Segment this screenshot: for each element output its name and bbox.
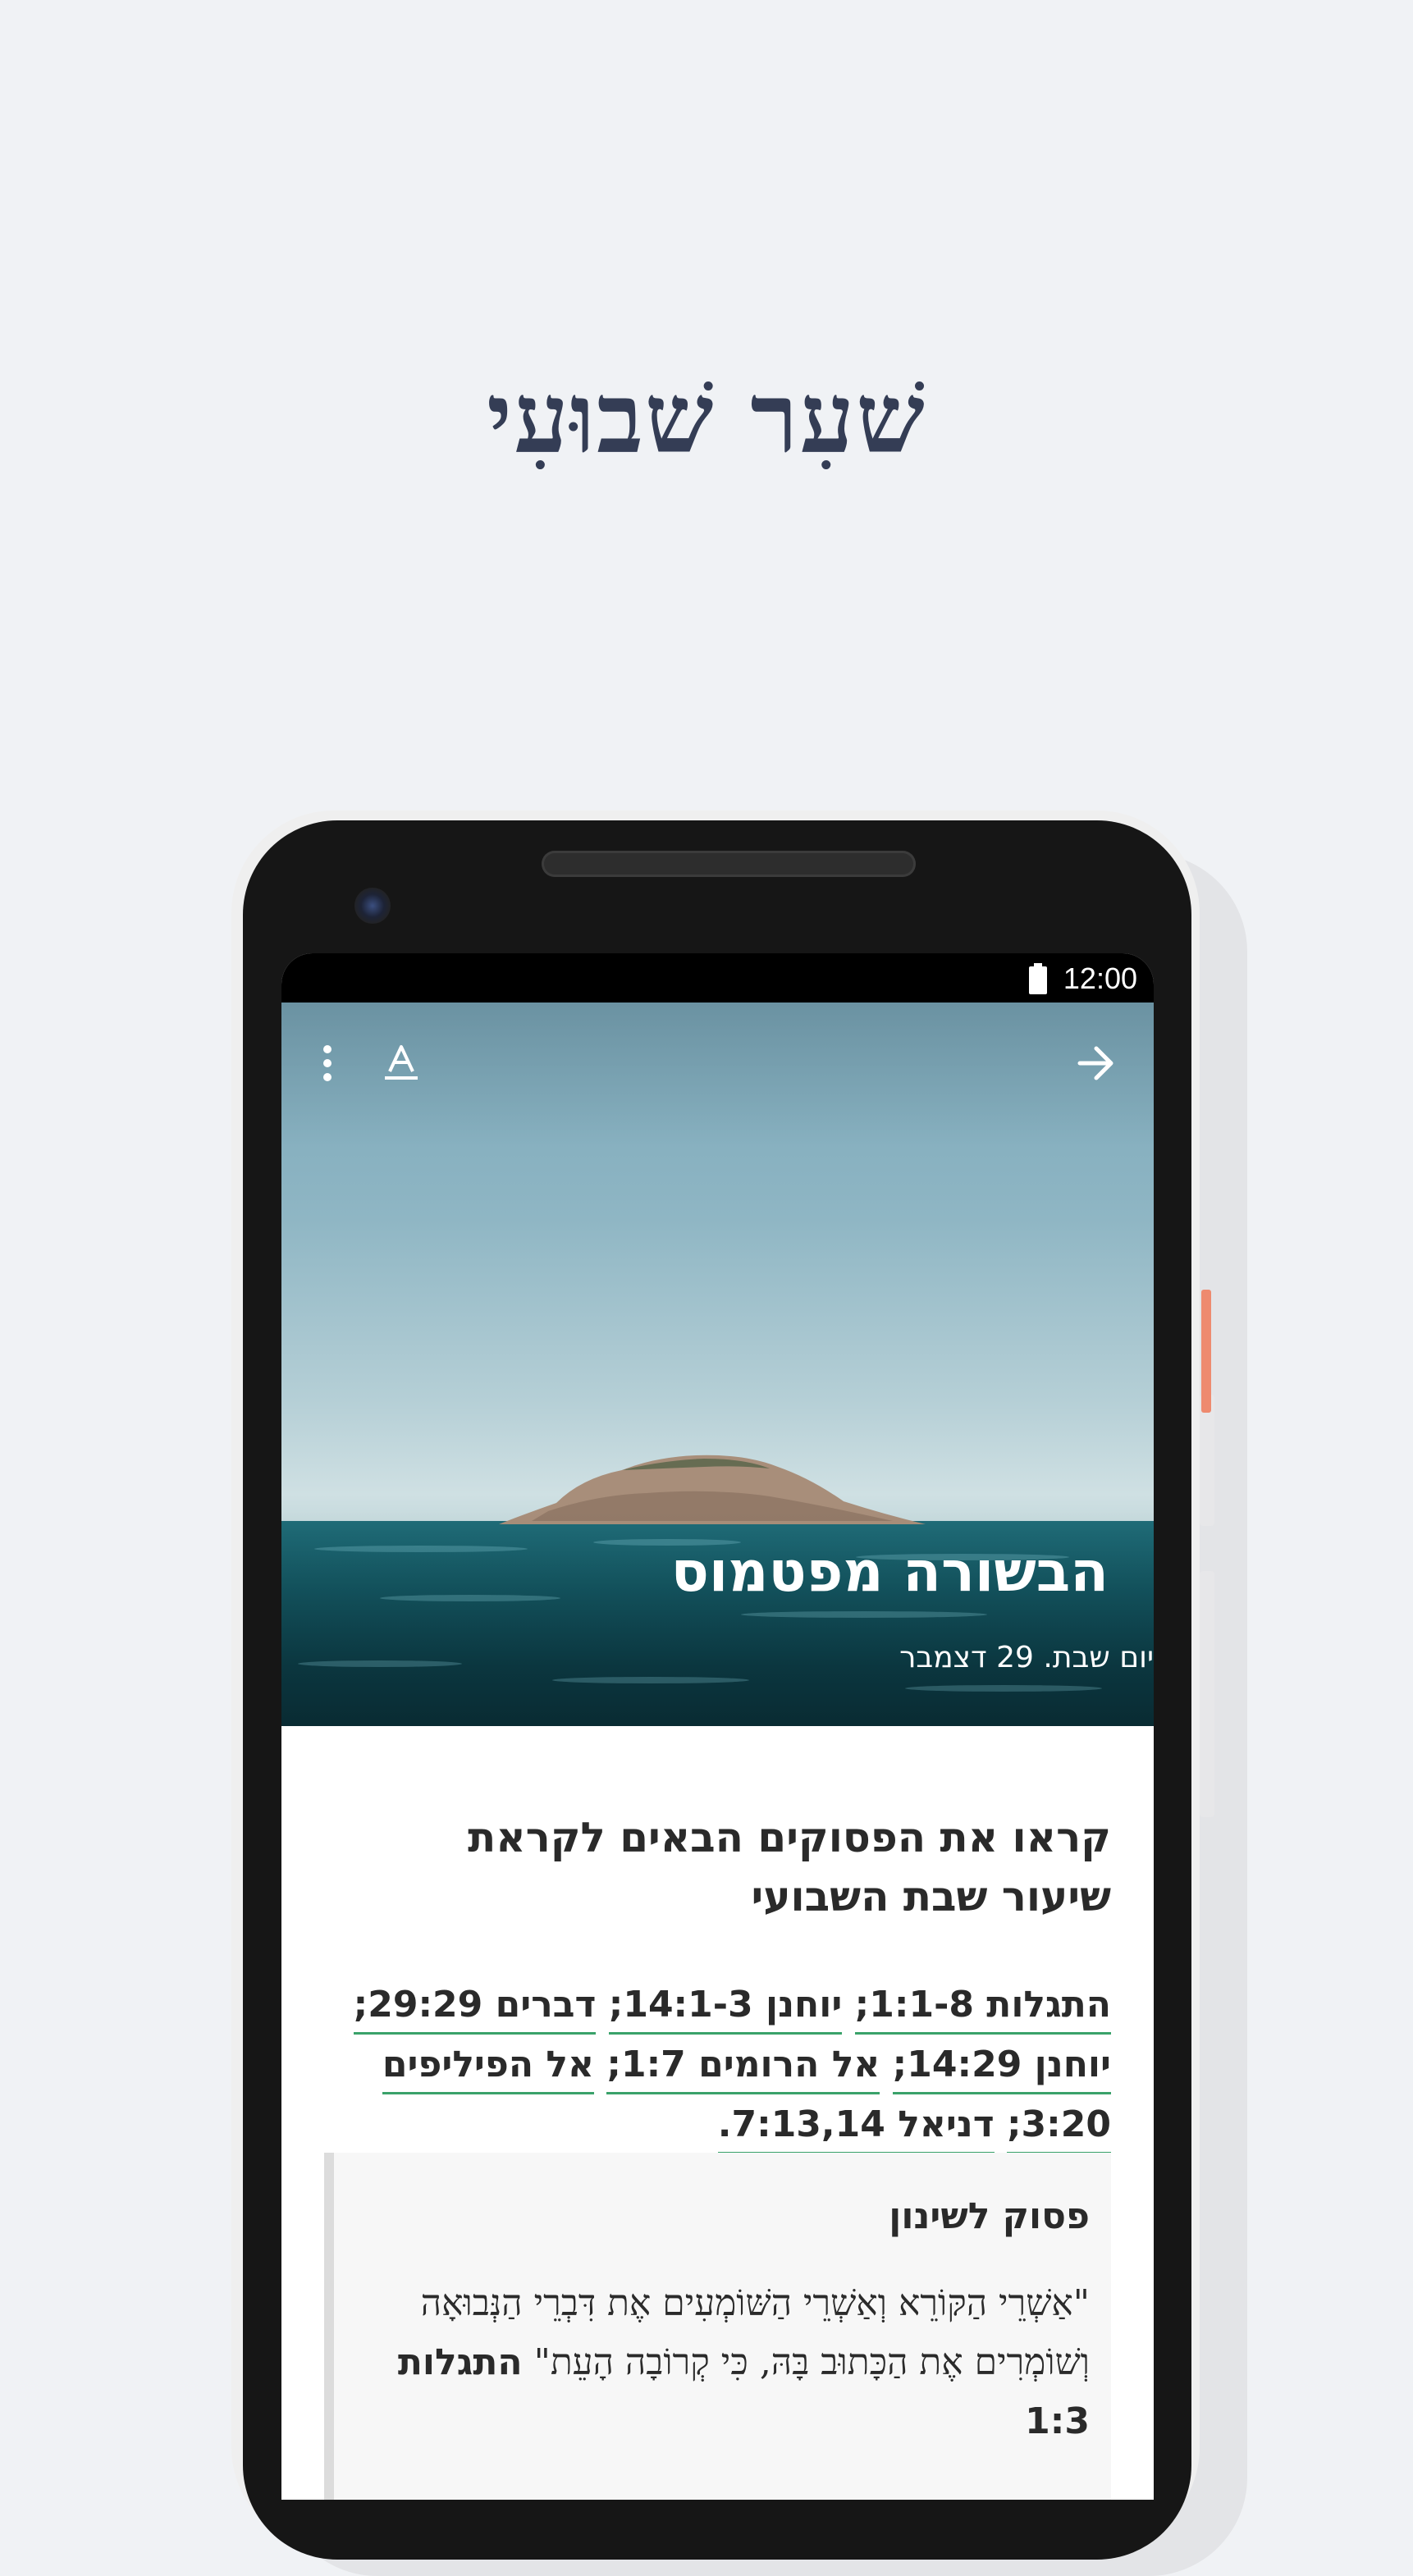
memory-verse-title: פסוק לשינון <box>889 2195 1090 2237</box>
front-camera <box>354 888 391 924</box>
lesson-title: הבשורה מפטמוס <box>670 1540 1109 1605</box>
scripture-reference-link[interactable]: יוחנן 14:29; <box>892 2044 1111 2094</box>
lesson-date: יום שבת. 29 דצמבר <box>899 1641 1154 1674</box>
side-button <box>1200 1571 1214 1817</box>
arrow-right-icon[interactable] <box>1072 1039 1121 1088</box>
scripture-reference-link[interactable]: אל הרומים 1:7; <box>606 2044 880 2094</box>
memory-verse-text: "אַשְׁרֵי הַקּוֹרֵא וְאַשְׁרֵי הַשּׁוֹמְ… <box>392 2274 1090 2451</box>
page-title: שׁעִר שׁבוּעִי <box>487 361 926 475</box>
phone-screen: 12:00 הבשורה מפטמוס יום שבת. 29 דצמבר קר… <box>281 953 1154 2500</box>
status-time: 12:00 <box>1063 961 1137 995</box>
scripture-reference-link[interactable]: התגלות 1:1-8; <box>854 1984 1111 2035</box>
text-format-icon[interactable] <box>377 1039 426 1088</box>
scripture-references: התגלות 1:1-8; יוחנן 14:1-3; דברים 29:29;… <box>340 1975 1111 2154</box>
memory-verse-box: פסוק לשינון "אַשְׁרֵי הַקּוֹרֵא וְאַשְׁר… <box>324 2153 1111 2500</box>
power-button <box>1201 1290 1211 1413</box>
scripture-reference-link[interactable]: דניאל 7:13,14. <box>717 2103 995 2154</box>
scripture-reference-link[interactable]: יוחנן 14:1-3; <box>608 1984 843 2035</box>
reading-heading: קראו את הפסוקים הבאים לקראת שיעור שבת הש… <box>468 1814 1111 1921</box>
more-vertical-icon[interactable] <box>303 1039 352 1088</box>
hero-image: הבשורה מפטמוס יום שבת. 29 דצמבר <box>281 1003 1154 1726</box>
lesson-content: קראו את הפסוקים הבאים לקראת שיעור שבת הש… <box>281 1726 1154 2500</box>
phone-speaker <box>542 851 916 877</box>
status-bar: 12:00 <box>281 953 1154 1003</box>
battery-full-icon <box>1029 963 1047 994</box>
scripture-reference-link[interactable]: דברים 29:29; <box>353 1984 597 2035</box>
memory-verse-accent-bar <box>324 2153 334 2500</box>
volume-button <box>1200 1395 1214 1526</box>
